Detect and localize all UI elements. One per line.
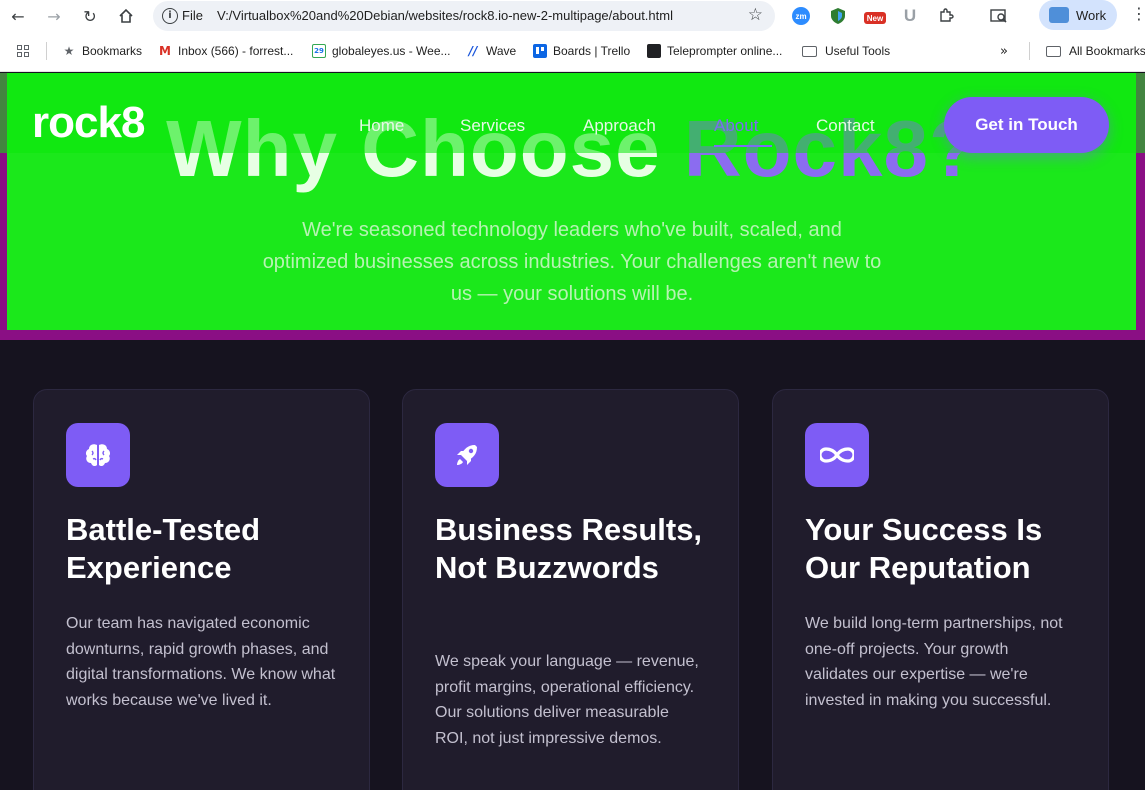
brain-icon	[66, 423, 130, 487]
calendar-icon: 29	[312, 44, 326, 58]
bookmark-label: Wave	[486, 44, 517, 58]
puzzle-extension-icon[interactable]	[937, 7, 955, 25]
home-icon[interactable]	[114, 4, 138, 28]
nav-active-underline	[714, 145, 772, 147]
profile-label: Work	[1076, 8, 1107, 23]
card-title: Business Results, Not Buzzwords	[435, 512, 703, 585]
bookmark-label: Teleprompter online...	[667, 44, 783, 58]
bookmark-label: Useful Tools	[825, 44, 891, 58]
card-text: We build long-term partnerships, not one…	[805, 615, 1063, 710]
bookmarks-bar: ★ Bookmarks M Inbox (566) - forrest... 2…	[0, 32, 1145, 72]
infinity-icon	[805, 423, 869, 487]
bookmark-item[interactable]: Boards | Trello	[533, 44, 630, 58]
card-text: We speak your language — revenue, profit…	[435, 653, 699, 748]
bookmark-item[interactable]: M Inbox (566) - forrest...	[158, 44, 293, 58]
feature-card: Battle-Tested Experience Our team has na…	[33, 389, 370, 790]
forward-arrow-icon[interactable]: →	[42, 4, 66, 28]
search-tab-extension-icon[interactable]	[990, 7, 1008, 25]
shield-extension-icon[interactable]	[829, 7, 847, 25]
nav-contact[interactable]: Contact	[816, 116, 875, 136]
reload-icon[interactable]: ↻	[78, 4, 102, 28]
site-logo[interactable]: rock8	[32, 101, 145, 145]
more-bookmarks-chevron-icon[interactable]: »	[1000, 44, 1008, 59]
folder-icon	[1046, 45, 1061, 57]
bookmark-item[interactable]: Teleprompter online...	[647, 44, 782, 58]
get-in-touch-button[interactable]: Get in Touch	[944, 97, 1109, 153]
hero-subtitle: We're seasoned technology leaders who've…	[262, 219, 882, 305]
url-scheme-label: File	[182, 8, 203, 23]
bookmark-star-icon[interactable]: ☆	[748, 5, 763, 25]
all-bookmarks-folder[interactable]: All Bookmarks	[1046, 44, 1145, 58]
card-title: Battle-Tested Experience	[66, 512, 261, 585]
bookmark-folder[interactable]: Useful Tools	[802, 44, 890, 58]
bookmark-label: Boards | Trello	[553, 44, 631, 58]
page-viewport: Why Choose Rock8? We're seasoned technol…	[0, 73, 1145, 790]
u-extension-icon[interactable]: U	[901, 6, 919, 25]
bookmarks-divider	[1029, 42, 1030, 60]
star-icon: ★	[63, 44, 75, 58]
bookmark-label: All Bookmarks	[1069, 44, 1145, 58]
site-header: rock8 Home Services Approach About Conta…	[0, 73, 1145, 153]
profile-chip[interactable]: Work	[1039, 0, 1117, 30]
nav-services[interactable]: Services	[460, 116, 525, 136]
gmail-icon: M	[159, 44, 171, 58]
profile-avatar	[1049, 7, 1069, 23]
apps-grid-icon[interactable]	[17, 45, 29, 57]
card-title: Your Success Is Our Reputation	[805, 512, 1043, 585]
zoom-extension-icon[interactable]: zm	[792, 7, 810, 25]
wave-icon: //	[468, 44, 478, 58]
folder-icon	[802, 45, 817, 57]
teleprompter-icon	[647, 44, 661, 58]
feature-card: Business Results, Not Buzzwords We speak…	[402, 389, 739, 790]
site-info-icon[interactable]: i	[162, 8, 178, 24]
trello-icon	[533, 44, 547, 58]
address-bar[interactable]: i File V:/Virtualbox%20and%20Debian/webs…	[153, 1, 775, 31]
url-text[interactable]: V:/Virtualbox%20and%20Debian/websites/ro…	[217, 8, 673, 23]
bookmark-label: Bookmarks	[82, 44, 143, 58]
bookmarks-divider	[46, 42, 47, 60]
new-badge-extension-icon[interactable]: New	[864, 12, 886, 24]
nav-home[interactable]: Home	[359, 116, 404, 136]
browser-toolbar: ← → ↻ i File V:/Virtualbox%20and%20Debia…	[0, 0, 1145, 32]
bookmark-item[interactable]: ★ Bookmarks	[62, 44, 142, 58]
bookmark-item[interactable]: 29 globaleyes.us - Wee...	[312, 44, 451, 58]
rocket-icon	[435, 423, 499, 487]
bookmark-item[interactable]: // Wave	[466, 44, 517, 58]
nav-approach[interactable]: Approach	[583, 116, 656, 136]
back-arrow-icon[interactable]: ←	[6, 4, 30, 28]
bookmark-label: Inbox (566) - forrest...	[178, 44, 294, 58]
nav-about[interactable]: About	[714, 116, 758, 136]
bookmark-label: globaleyes.us - Wee...	[332, 44, 451, 58]
browser-menu-icon[interactable]: ⋮	[1131, 4, 1145, 23]
feature-card: Your Success Is Our Reputation We build …	[772, 389, 1109, 790]
card-text: Our team has navigated economic downturn…	[66, 615, 336, 710]
